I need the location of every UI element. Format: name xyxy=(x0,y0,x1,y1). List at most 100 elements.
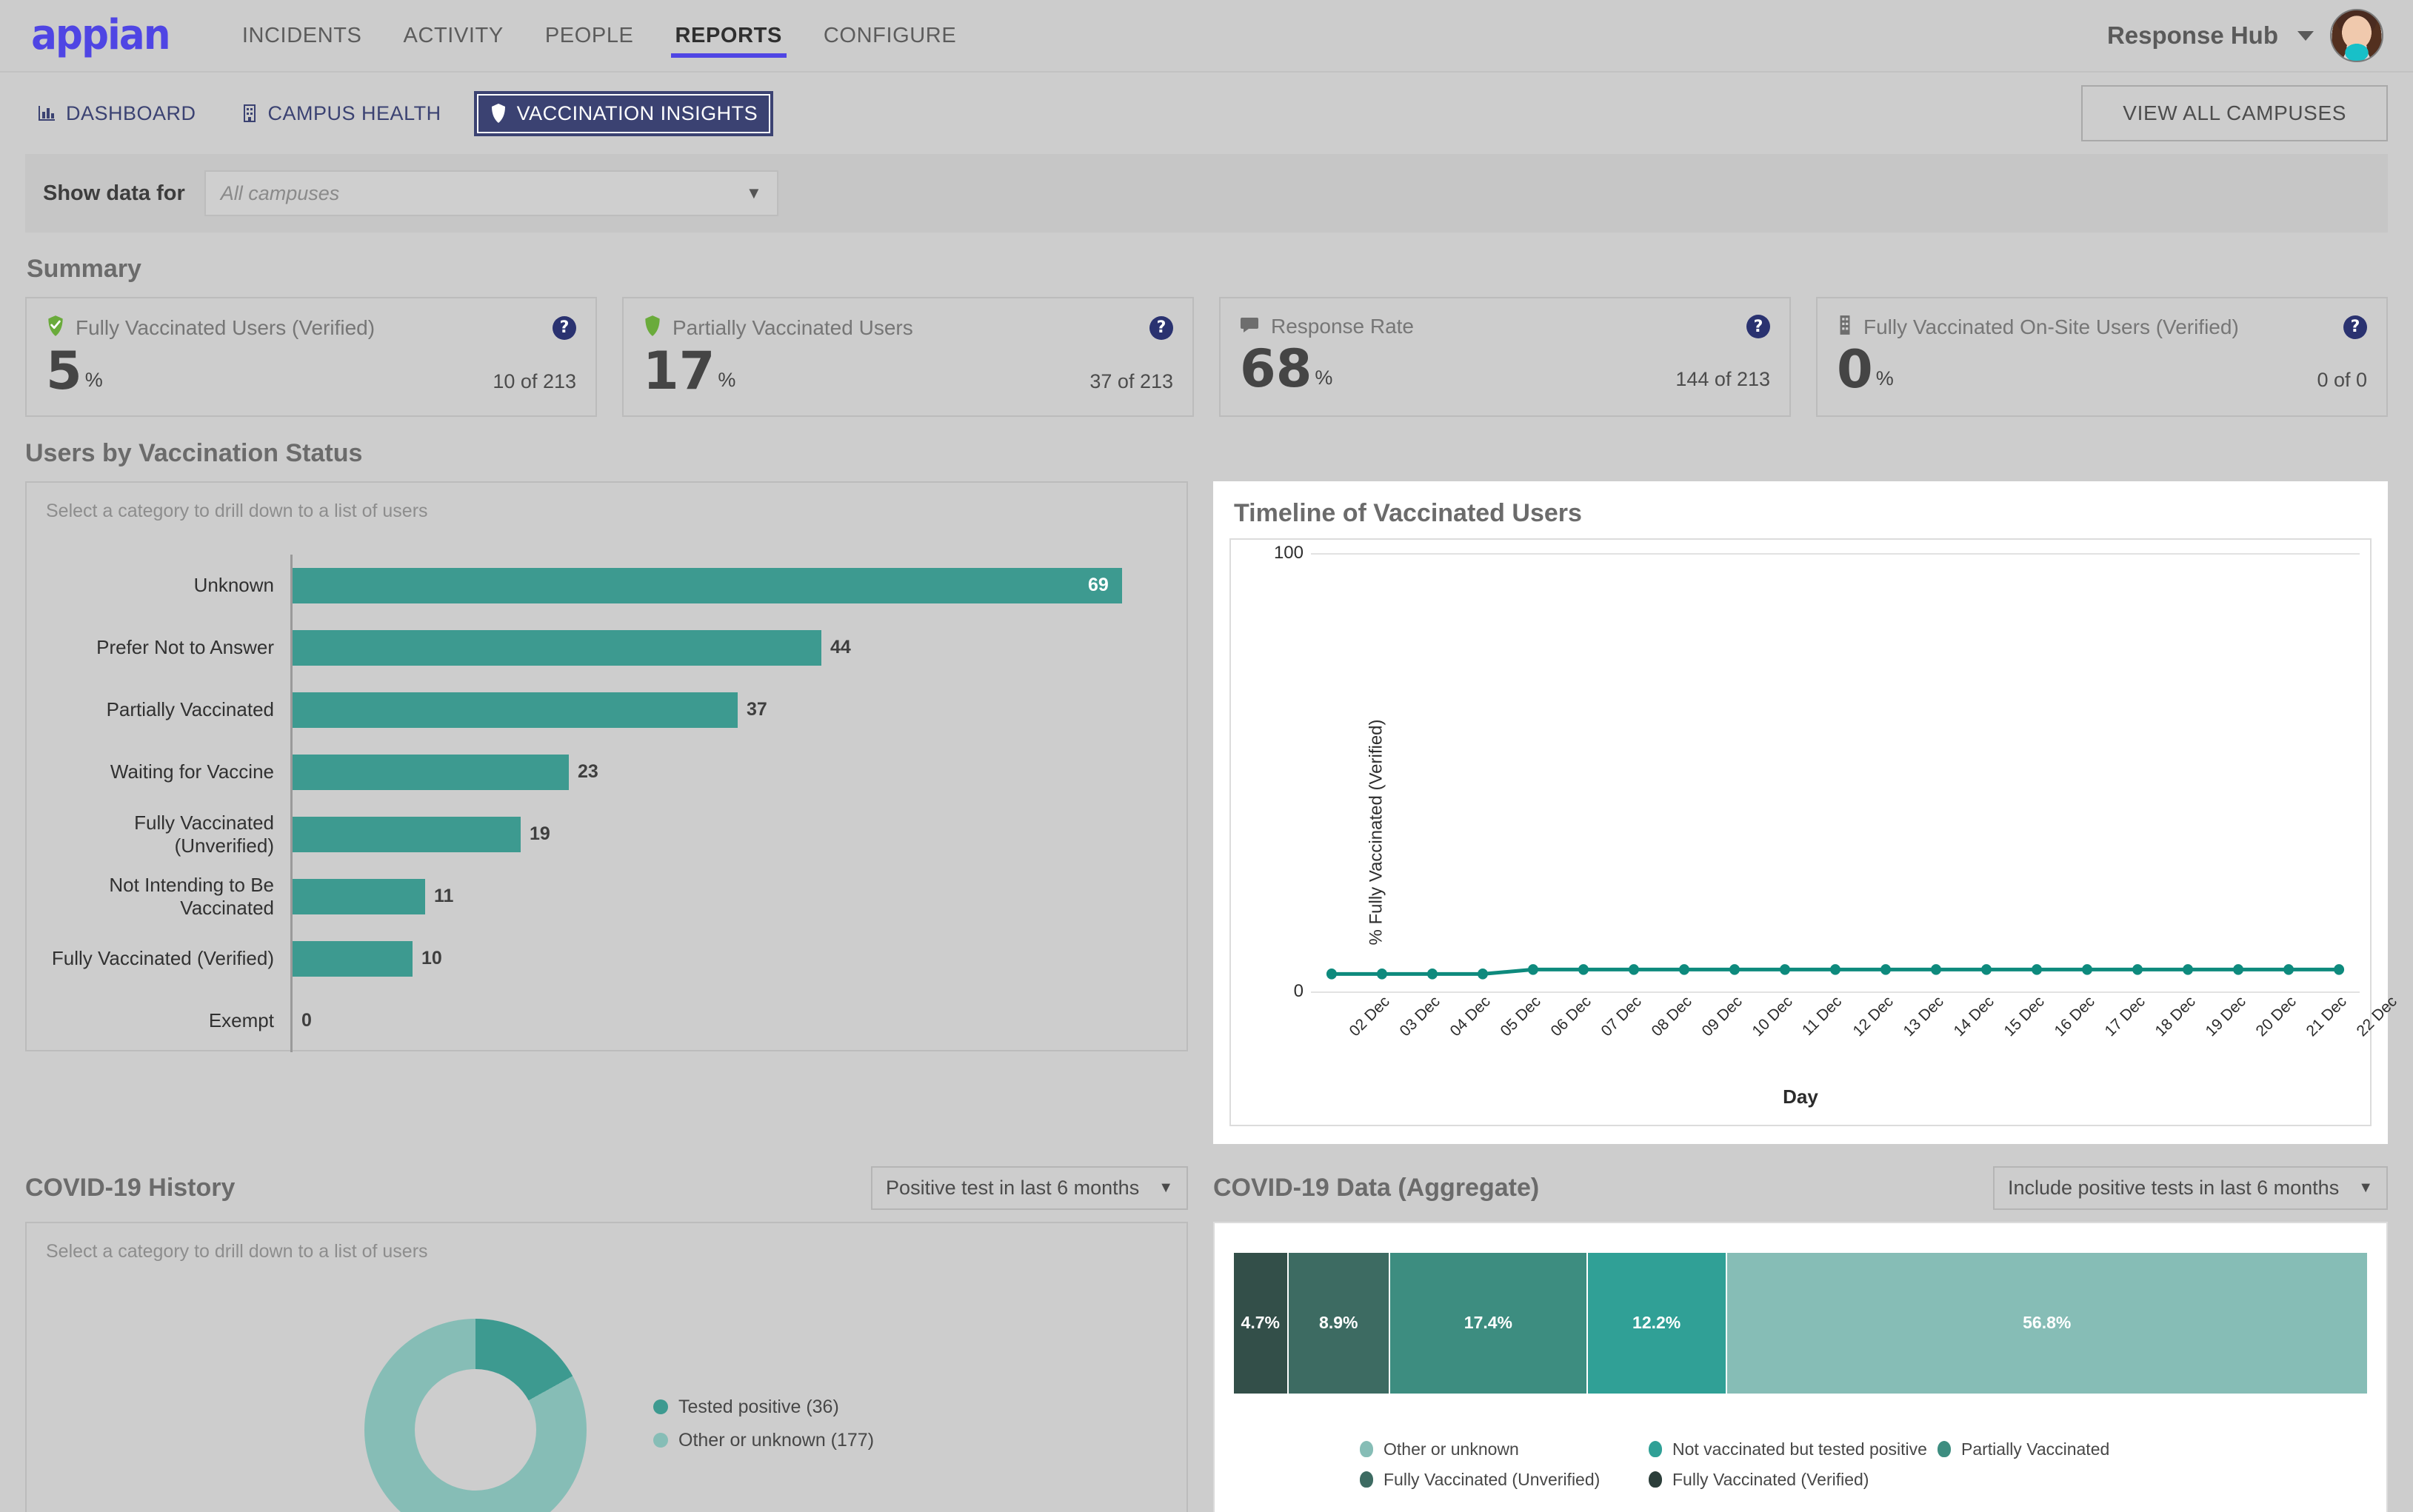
card-unit: % xyxy=(84,368,103,391)
legend-item[interactable]: Fully Vaccinated (Verified) xyxy=(1649,1470,1938,1490)
legend-item[interactable]: Fully Vaccinated (Unverified) xyxy=(1360,1470,1649,1490)
bar-track: 44 xyxy=(293,617,1167,679)
nav-item-incidents[interactable]: INCIDENTS xyxy=(221,0,383,71)
bar[interactable] xyxy=(293,940,413,977)
card-body: 0 % 0 of 0 xyxy=(1837,344,2367,395)
card-ratio: 37 of 213 xyxy=(1089,369,1173,392)
stacked-segment[interactable]: 56.8% xyxy=(1726,1252,2367,1394)
appian-logo[interactable]: appian xyxy=(31,15,170,56)
covid-aggregate-header: COVID-19 Data (Aggregate) Include positi… xyxy=(1213,1165,2388,1210)
nav-item-people[interactable]: PEOPLE xyxy=(524,0,655,71)
covid-aggregate-stacked-bar[interactable]: 4.7% 8.9% 17.4% 12.2% 56.8% xyxy=(1234,1252,2367,1394)
summary-card-partially-vaccinated[interactable]: Partially Vaccinated Users ? 17 % 37 of … xyxy=(622,297,1194,417)
bar[interactable] xyxy=(293,692,738,728)
building-icon xyxy=(241,104,258,123)
bar[interactable] xyxy=(293,567,1122,603)
stacked-segment[interactable]: 17.4% xyxy=(1389,1252,1588,1394)
summary-card-fully-vaccinated-verified[interactable]: Fully Vaccinated Users (Verified) ? 5 % … xyxy=(25,297,597,417)
card-ratio: 0 of 0 xyxy=(2317,368,2367,391)
bar-track: 69 xyxy=(293,555,1167,617)
bar-track: 23 xyxy=(293,741,1167,803)
bar-value-label: 37 xyxy=(747,699,767,720)
covid-aggregate-panel: COVID-19 Data (Aggregate) Include positi… xyxy=(1213,1165,2388,1512)
bar-row[interactable]: Waiting for Vaccine 23 xyxy=(46,740,1167,803)
timeline-line-chart[interactable]: % Fully Vaccinated (Verified) 0 100 02 De… xyxy=(1231,540,2400,1125)
nav-item-activity[interactable]: ACTIVITY xyxy=(383,0,524,71)
sub-tab-strip: DASHBOARD CAMPUS HEALTH VACCINATION INSI… xyxy=(0,73,2413,154)
bar-value-label: 23 xyxy=(578,761,598,782)
tab-campus-health[interactable]: CAMPUS HEALTH xyxy=(229,93,453,134)
bar-row[interactable]: Exempt 0 xyxy=(46,989,1167,1052)
covid-history-donut-chart[interactable]: Tested positive (36) Other or unknown (17… xyxy=(46,1282,1167,1512)
legend-item[interactable]: Not vaccinated but tested positive xyxy=(1649,1439,1938,1459)
y-tick-label: 100 xyxy=(1273,542,1304,563)
stacked-segment[interactable]: 4.7% xyxy=(1234,1252,1289,1394)
bar-track: 0 xyxy=(293,990,1167,1052)
building-icon xyxy=(1837,315,1853,339)
card-header: Partially Vaccinated Users ? xyxy=(643,315,1173,341)
bar-category-label: Fully Vaccinated (Verified) xyxy=(51,947,274,969)
legend-item[interactable]: Partially Vaccinated xyxy=(1938,1439,2226,1459)
bar[interactable] xyxy=(293,816,521,852)
summary-card-response-rate[interactable]: Response Rate ? 68 % 144 of 213 xyxy=(1219,297,1791,417)
card-title: Response Rate xyxy=(1271,315,1415,338)
legend-color-dot xyxy=(1649,1471,1662,1488)
bar-value-label: 44 xyxy=(830,637,851,658)
card-header: Fully Vaccinated Users (Verified) ? xyxy=(46,315,576,341)
stacked-bar-wrap: 4.7% 8.9% 17.4% 12.2% 56.8% Other or unknown… xyxy=(1215,1223,2386,1490)
view-all-campuses-button[interactable]: VIEW ALL CAMPUSES xyxy=(2081,85,2388,141)
summary-title: Summary xyxy=(27,255,141,283)
bar[interactable] xyxy=(293,878,425,914)
bar-row[interactable]: Partially Vaccinated 37 xyxy=(46,678,1167,741)
bar[interactable] xyxy=(293,629,821,666)
bar-category-label: Exempt xyxy=(208,1009,274,1031)
card-title: Partially Vaccinated Users xyxy=(672,315,913,339)
bar-row[interactable]: Fully Vaccinated (Unverified) 19 xyxy=(46,803,1167,866)
chevron-down-icon: ▼ xyxy=(1158,1179,1173,1196)
covid-aggregate-filter-value: Include positive tests in last 6 months xyxy=(2007,1176,2340,1199)
legend-color-dot xyxy=(1938,1441,1951,1457)
user-menu[interactable]: Response Hub xyxy=(2107,9,2383,62)
x-tick-label: 13 Dec xyxy=(1900,992,1947,1040)
chevron-down-icon: ▼ xyxy=(745,184,762,202)
x-tick-label: 03 Dec xyxy=(1396,992,1444,1040)
covid-aggregate-filter-select[interactable]: Include positive tests in last 6 months … xyxy=(1992,1165,2388,1210)
help-icon[interactable]: ? xyxy=(1149,315,1173,340)
legend-label: Other or unknown xyxy=(1384,1439,1519,1459)
help-icon[interactable]: ? xyxy=(2343,315,2367,339)
bar-row[interactable]: Prefer Not to Answer 44 xyxy=(46,616,1167,679)
tab-label-campus-health: CAMPUS HEALTH xyxy=(267,101,441,124)
campus-select[interactable]: All campuses ▼ xyxy=(204,170,778,216)
bar-row[interactable]: Unknown 69 xyxy=(46,554,1167,617)
x-tick-label: 04 Dec xyxy=(1446,992,1494,1040)
bar-row[interactable]: Fully Vaccinated (Verified) 10 xyxy=(46,927,1167,990)
covid-history-filter-value: Positive test in last 6 months xyxy=(886,1176,1140,1199)
legend-color-dot xyxy=(1649,1441,1662,1457)
legend-item[interactable]: Tested positive (36) xyxy=(653,1396,874,1418)
bar-row[interactable]: Not Intending to Be Vaccinated 11 xyxy=(46,865,1167,928)
summary-card-fully-vaccinated-onsite[interactable]: Fully Vaccinated On-Site Users (Verified… xyxy=(1816,297,2388,417)
help-icon[interactable]: ? xyxy=(1746,315,1770,338)
stacked-segment[interactable]: 12.2% xyxy=(1587,1252,1727,1394)
covid-history-filter-select[interactable]: Positive test in last 6 months ▼ xyxy=(871,1165,1188,1210)
tab-vaccination-insights[interactable]: VACCINATION INSIGHTS xyxy=(473,90,774,136)
chevron-down-icon[interactable] xyxy=(2297,30,2314,41)
nav-item-reports[interactable]: REPORTS xyxy=(655,0,803,71)
top-navigation-bar: appian INCIDENTS ACTIVITY PEOPLE REPORTS… xyxy=(0,0,2413,73)
legend-item[interactable]: Other or unknown (177) xyxy=(653,1430,874,1451)
vaccination-status-bar-chart[interactable]: Unknown 69 Prefer Not to Answer 44 Partially… xyxy=(46,554,1167,1052)
legend-label: Other or unknown (177) xyxy=(678,1429,875,1451)
bar-value-label: 10 xyxy=(421,948,442,969)
bar[interactable] xyxy=(293,754,569,790)
campus-select-placeholder: All campuses xyxy=(220,181,340,204)
stacked-segment[interactable]: 8.9% xyxy=(1288,1252,1390,1394)
tab-dashboard[interactable]: DASHBOARD xyxy=(25,93,208,134)
covid-history-title: COVID-19 History xyxy=(25,1173,236,1202)
avatar[interactable] xyxy=(2330,9,2383,62)
donut-graphic[interactable] xyxy=(364,1318,587,1512)
bar-value-label: 0 xyxy=(301,1010,312,1031)
legend-item[interactable]: Other or unknown xyxy=(1360,1439,1649,1459)
bar-value-label: 69 xyxy=(1088,575,1109,595)
nav-item-configure[interactable]: CONFIGURE xyxy=(803,0,977,71)
help-icon[interactable]: ? xyxy=(553,315,576,340)
